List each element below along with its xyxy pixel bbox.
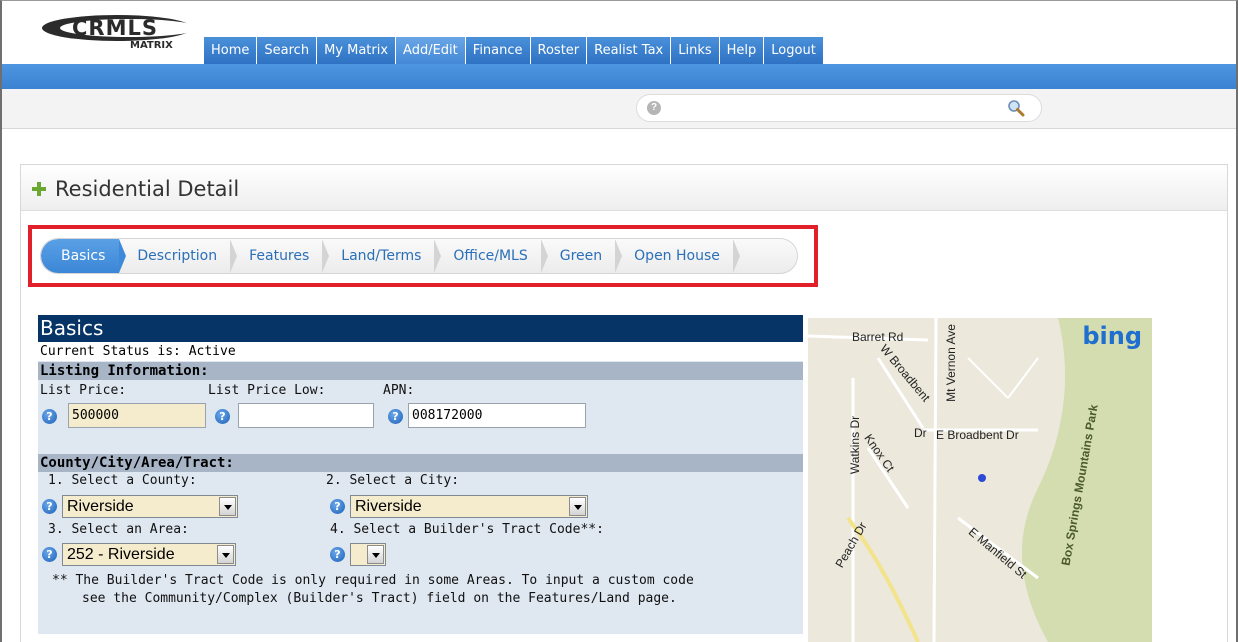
location-map[interactable]: Barret Rd W Broadbent Mt Vernon Ave Watk…	[808, 318, 1152, 642]
detail-tabs: Basics Description Features Land/Terms O…	[40, 238, 798, 274]
city-label: 2. Select a City:	[326, 473, 460, 488]
tab-green[interactable]: Green	[542, 239, 623, 273]
apn-input[interactable]: 008172000	[408, 403, 586, 428]
search-help-icon[interactable]: ?	[647, 101, 661, 115]
map-label: E Broadbent Dr	[936, 428, 1019, 442]
nav-home[interactable]: Home	[204, 37, 258, 64]
map-pin-icon[interactable]	[978, 474, 986, 482]
crmls-logo[interactable]: CRMLS MATRIX	[42, 9, 198, 53]
basics-form: Basics Current Status is: Active Listing…	[38, 315, 803, 634]
apn-label: APN:	[383, 383, 415, 398]
area-selected: 252 - Riverside	[67, 546, 175, 563]
list-price-low-help-icon[interactable]: ?	[215, 409, 230, 424]
tab-open-house[interactable]: Open House	[616, 239, 740, 273]
form-title: Basics	[38, 315, 803, 342]
tract-select[interactable]	[350, 543, 386, 566]
nav-subbar	[2, 64, 1236, 89]
chevron-down-icon[interactable]	[217, 545, 234, 564]
top-header: CRMLS MATRIX Home Search My Matrix Add/E…	[2, 1, 1236, 64]
county-selected: Riverside	[67, 498, 134, 515]
map-canvas	[808, 318, 1152, 642]
area-select[interactable]: 252 - Riverside	[62, 543, 236, 566]
tract-note-line2: see the Community/Complex (Builder's Tra…	[82, 591, 677, 606]
map-label: Watkins Dr	[848, 415, 863, 475]
list-price-low-label: List Price Low:	[208, 383, 326, 398]
nav-realist-tax[interactable]: Realist Tax	[587, 37, 672, 64]
list-price-label: List Price:	[40, 383, 127, 398]
tract-help-icon[interactable]: ?	[330, 547, 345, 562]
logo-brand: CRMLS	[72, 16, 158, 40]
chevron-down-icon[interactable]	[569, 497, 586, 516]
nav-roster[interactable]: Roster	[530, 37, 588, 64]
city-selected: Riverside	[355, 498, 422, 515]
tab-description[interactable]: Description	[119, 239, 237, 273]
area-help-icon[interactable]: ?	[42, 547, 57, 562]
map-label: Dr	[914, 426, 927, 440]
plus-icon[interactable]	[31, 181, 47, 197]
nav-search[interactable]: Search	[257, 37, 318, 64]
tract-label: 4. Select a Builder's Tract Code**:	[330, 522, 604, 537]
nav-logout[interactable]: Logout	[764, 37, 824, 64]
nav-links[interactable]: Links	[671, 37, 720, 64]
tab-office-mls[interactable]: Office/MLS	[435, 239, 549, 273]
chevron-down-icon[interactable]	[219, 497, 236, 516]
listing-info-header: Listing Information:	[38, 362, 803, 380]
county-help-icon[interactable]: ?	[42, 499, 57, 514]
city-help-icon[interactable]: ?	[330, 499, 345, 514]
tab-features[interactable]: Features	[231, 239, 330, 273]
county-label: 1. Select a County:	[48, 473, 197, 488]
county-section-header: County/City/Area/Tract:	[38, 454, 803, 472]
list-price-input[interactable]: 500000	[68, 403, 206, 428]
nav-add-edit[interactable]: Add/Edit	[396, 37, 466, 64]
city-select[interactable]: Riverside	[350, 495, 588, 518]
chevron-down-icon[interactable]	[367, 545, 384, 564]
main-nav: Home Search My Matrix Add/Edit Finance R…	[204, 37, 824, 64]
logo-sub: MATRIX	[130, 40, 173, 51]
apn-help-icon[interactable]: ?	[388, 409, 403, 424]
current-status: Current Status is: Active	[38, 342, 803, 361]
map-label: Mt Vernon Ave	[943, 324, 958, 402]
search-row: ?	[2, 89, 1236, 129]
list-price-low-input[interactable]	[238, 403, 374, 428]
tract-note-line1: ** The Builder's Tract Code is only requ…	[52, 573, 694, 588]
tab-land-terms[interactable]: Land/Terms	[323, 239, 442, 273]
nav-my-matrix[interactable]: My Matrix	[317, 37, 397, 64]
map-label: Barret Rd	[852, 330, 904, 344]
panel-header: Residential Detail	[21, 165, 1227, 211]
county-select[interactable]: Riverside	[62, 495, 238, 518]
search-icon[interactable]	[1007, 99, 1025, 117]
tab-basics[interactable]: Basics	[41, 239, 127, 273]
bing-logo[interactable]: bing	[1082, 322, 1142, 350]
nav-help[interactable]: Help	[719, 37, 765, 64]
search-input[interactable]: ?	[636, 94, 1042, 122]
list-price-help-icon[interactable]: ?	[42, 409, 57, 424]
page-title: Residential Detail	[55, 177, 240, 201]
nav-finance[interactable]: Finance	[465, 37, 531, 64]
area-label: 3. Select an Area:	[48, 522, 189, 537]
